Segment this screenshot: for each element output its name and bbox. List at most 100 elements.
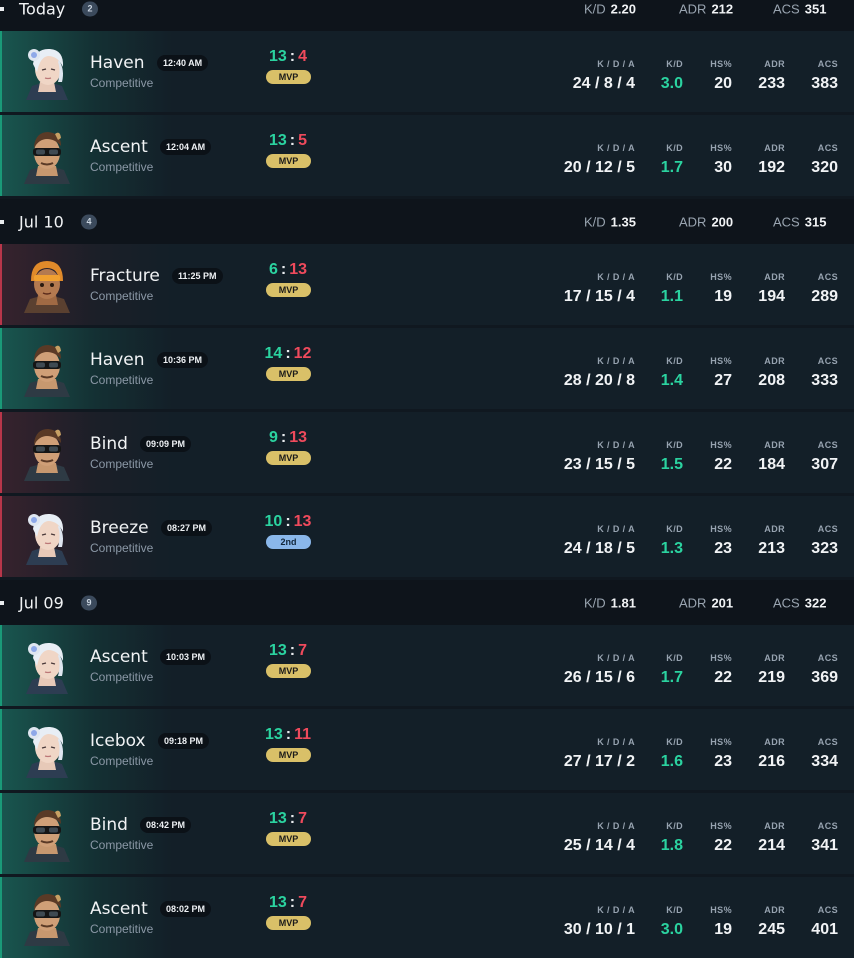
acs-label: ACS — [817, 356, 838, 366]
hs-value: 23 — [714, 540, 732, 557]
kda-label: K / D / A — [597, 59, 635, 69]
rounds-lost: 13 — [293, 513, 312, 530]
hs-label: HS% — [710, 653, 732, 663]
day-acs-label: ACS — [773, 595, 800, 610]
adr-label: ADR — [764, 356, 785, 366]
adr-value: 245 — [758, 921, 785, 938]
acs-value: 320 — [811, 159, 838, 176]
match-row[interactable]: Fracture 11:25 PM Competitive 6:13 MVP K / D … — [0, 244, 854, 325]
map-name: Haven — [90, 53, 145, 73]
score-separator: : — [289, 810, 296, 827]
score-separator: : — [280, 429, 287, 446]
score-separator: : — [280, 261, 287, 278]
match-time: 10:03 PM — [160, 649, 212, 665]
match-time: 09:09 PM — [140, 436, 192, 452]
match-row[interactable]: Bind 08:42 PM Competitive 13:7 MVP K / D / A 2… — [0, 793, 854, 874]
kda-label: K / D / A — [597, 272, 635, 282]
adr-label: ADR — [764, 737, 785, 747]
game-mode: Competitive — [90, 838, 154, 852]
match-row[interactable]: Icebox 09:18 PM Competitive 13:11 MVP K / D /… — [0, 709, 854, 790]
match-row[interactable]: Bind 09:09 PM Competitive 9:13 MVP K / D / A 2… — [0, 412, 854, 493]
map-name: Ascent — [90, 899, 148, 919]
placement-badge: MVP — [266, 832, 311, 846]
match-row[interactable]: Ascent 08:02 PM Competitive 13:7 MVP K / D / … — [0, 877, 854, 958]
match-score: 10:13 — [228, 513, 348, 531]
goggles-agent-icon — [18, 888, 76, 946]
acs-label: ACS — [817, 272, 838, 282]
match-count-badge: 4 — [81, 214, 97, 229]
kda-label: K / D / A — [597, 356, 635, 366]
kd-label: K/D — [666, 356, 683, 366]
kd-label: K/D — [666, 653, 683, 663]
acs-value: 341 — [811, 837, 838, 854]
placement-badge: MVP — [266, 451, 311, 465]
hs-value: 19 — [714, 288, 732, 305]
kda-label: K / D / A — [597, 524, 635, 534]
acs-value: 289 — [811, 288, 838, 305]
map-name: Bind — [90, 815, 128, 835]
score-separator: : — [289, 48, 296, 65]
match-row[interactable]: Haven 12:40 AM Competitive 13:4 MVP K / D / A… — [0, 31, 854, 112]
kda-label: K / D / A — [597, 653, 635, 663]
rounds-won: 13 — [268, 810, 287, 827]
game-mode: Competitive — [90, 754, 154, 768]
match-time: 12:04 AM — [160, 139, 212, 155]
day-acs-label: ACS — [773, 214, 800, 229]
day-kd-label: K/D — [584, 214, 606, 229]
adr-label: ADR — [764, 272, 785, 282]
kd-label: K/D — [666, 524, 683, 534]
match-row[interactable]: Ascent 10:03 PM Competitive 13:7 MVP K / D / … — [0, 625, 854, 706]
match-score: 13:7 — [228, 810, 348, 828]
day-header: Today 2 K/D 2.20 ADR 212 ACS 351 — [0, 0, 854, 31]
match-time: 10:36 PM — [157, 352, 209, 368]
hs-label: HS% — [710, 737, 732, 747]
score-separator: : — [289, 132, 296, 149]
placement-badge: MVP — [266, 916, 311, 930]
rounds-lost: 13 — [289, 429, 308, 446]
kda-label: K / D / A — [597, 440, 635, 450]
rounds-won: 13 — [268, 132, 287, 149]
goggles-agent-icon — [18, 126, 76, 184]
kda-value: 24 / 8 / 4 — [572, 75, 635, 92]
adr-value: 192 — [758, 159, 785, 176]
game-mode: Competitive — [90, 670, 154, 684]
day-header: Jul 10 4 K/D 1.35 ADR 200 ACS 315 — [0, 199, 854, 244]
match-row[interactable]: Haven 10:36 PM Competitive 14:12 MVP K / D / … — [0, 328, 854, 409]
acs-label: ACS — [817, 143, 838, 153]
kd-value: 1.6 — [660, 753, 683, 770]
match-row[interactable]: Ascent 12:04 AM Competitive 13:5 MVP K / D / … — [0, 115, 854, 196]
white-hair-agent-icon — [18, 507, 76, 565]
map-name: Breeze — [90, 518, 149, 538]
hs-value: 22 — [714, 669, 732, 686]
white-hair-agent-icon — [18, 42, 76, 100]
game-mode: Competitive — [90, 373, 154, 387]
helmet-agent-icon — [18, 255, 76, 313]
day-adr-label: ADR — [679, 214, 707, 229]
score-separator: : — [285, 726, 292, 743]
kda-value: 23 / 15 / 5 — [563, 456, 635, 473]
adr-label: ADR — [764, 653, 785, 663]
match-time: 12:40 AM — [157, 55, 209, 71]
kda-value: 27 / 17 / 2 — [563, 753, 635, 770]
match-count-badge: 2 — [82, 1, 98, 16]
rounds-lost: 7 — [298, 810, 308, 827]
kd-label: K/D — [666, 440, 683, 450]
kd-label: K/D — [666, 143, 683, 153]
adr-value: 233 — [758, 75, 785, 92]
day-adr-label: ADR — [679, 1, 707, 16]
game-mode: Competitive — [90, 541, 154, 555]
hs-value: 20 — [714, 75, 732, 92]
hs-value: 19 — [714, 921, 732, 938]
kda-value: 24 / 18 / 5 — [563, 540, 635, 557]
goggles-agent-icon — [18, 804, 76, 862]
adr-label: ADR — [764, 524, 785, 534]
placement-badge: MVP — [266, 664, 311, 678]
day-adr-label: ADR — [679, 595, 707, 610]
hs-label: HS% — [710, 905, 732, 915]
rounds-lost: 7 — [298, 642, 308, 659]
kd-value: 1.7 — [660, 669, 683, 686]
kd-label: K/D — [666, 272, 683, 282]
rounds-lost: 7 — [298, 894, 308, 911]
match-row[interactable]: Breeze 08:27 PM Competitive 10:13 2nd K / D /… — [0, 496, 854, 577]
rounds-won: 10 — [264, 513, 283, 530]
